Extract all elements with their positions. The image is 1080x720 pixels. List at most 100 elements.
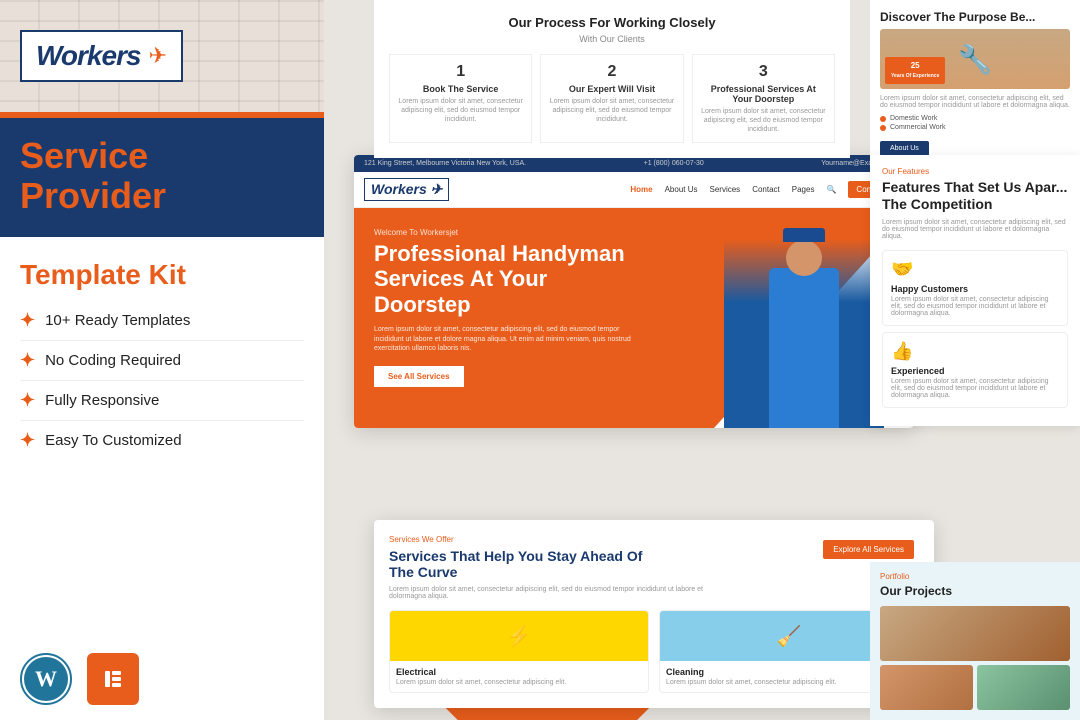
about-button[interactable]: About Us: [880, 141, 929, 156]
feature-item-1: ✦ 10+ Ready Templates: [20, 301, 304, 341]
feature-experienced: 👍 Experienced Lorem ipsum dolor sit amet…: [882, 332, 1068, 408]
process-step-2: 2 Our Expert Will Visit Lorem ipsum dolo…: [540, 54, 683, 143]
features-card-title: Features That Set Us Apar... The Competi…: [882, 179, 1068, 213]
electrical-desc: Lorem ipsum dolor sit amet, consectetur …: [396, 679, 642, 686]
nav-logo[interactable]: Workers ✈: [364, 178, 449, 201]
plus-icon-2: ✦: [20, 350, 35, 371]
logo-text: Workers: [36, 40, 141, 72]
portfolio-grid: [880, 606, 1070, 710]
service-provider-section: Service Provider: [0, 118, 324, 237]
discover-title: Discover The Purpose Be...: [880, 10, 1070, 24]
plus-icon-1: ✦: [20, 310, 35, 331]
hero-welcome: Welcome To Workersjet: [374, 228, 634, 237]
process-steps: 1 Book The Service Lorem ipsum dolor sit…: [389, 54, 835, 143]
search-icon[interactable]: 🔍: [826, 185, 836, 194]
hero-cta-button[interactable]: See All Services: [374, 366, 464, 387]
services-cards-row: ⚡ Electrical Lorem ipsum dolor sit amet,…: [389, 610, 919, 693]
services-screenshot: Services We Offer Services That Help You…: [374, 520, 934, 708]
discover-card: Discover The Purpose Be... 🔧 25 Years Of…: [870, 0, 1080, 166]
discover-list-item-1: Domestic Work: [880, 115, 1070, 122]
step-num-1: 1: [398, 63, 523, 81]
experienced-name: Experienced: [891, 366, 1059, 376]
process-step-1: 1 Book The Service Lorem ipsum dolor sit…: [389, 54, 532, 143]
template-kit-title: Template Kit: [0, 249, 324, 296]
nav-contact[interactable]: Contact: [752, 185, 780, 194]
process-title: Our Process For Working Closely: [389, 15, 835, 30]
svg-text:W: W: [35, 666, 57, 691]
process-subtitle: With Our Clients: [389, 34, 835, 44]
step-label-3: Professional Services At Your Doorstep: [701, 84, 826, 104]
features-desc: Lorem ipsum dolor sit amet, consectetur …: [882, 219, 1068, 240]
discover-desc: Lorem ipsum dolor sit amet, consectetur …: [880, 95, 1070, 109]
hero-headline: Professional Handyman Services At Your D…: [374, 241, 634, 317]
portfolio-label: Portfolio: [880, 572, 1070, 581]
features-card: Our Features Features That Set Us Apar..…: [870, 155, 1080, 426]
feature-item-2: ✦ No Coding Required: [20, 341, 304, 381]
step-label-1: Book The Service: [398, 84, 523, 94]
hero-desc: Lorem ipsum dolor sit amet, consectetur …: [374, 325, 634, 354]
right-panel: Our Process For Working Closely With Our…: [324, 0, 1080, 720]
feature-label-2: No Coding Required: [45, 352, 181, 369]
services-section-title: Services That Help You Stay Ahead Of The…: [389, 548, 649, 580]
discover-list: Domestic Work Commercial Work: [880, 115, 1070, 131]
dot-1: [880, 116, 886, 122]
portfolio-thumb-1: [880, 665, 973, 710]
years-label: Years Of Experience: [891, 73, 939, 79]
portfolio-title: Our Projects: [880, 584, 1070, 598]
logo-box[interactable]: Workers ✈: [20, 30, 183, 82]
step-num-3: 3: [701, 63, 826, 81]
discover-item-1: Domestic Work: [890, 115, 937, 122]
hero-content: Welcome To Workersjet Professional Handy…: [374, 228, 634, 387]
feature-label-1: 10+ Ready Templates: [45, 312, 190, 329]
happy-customers-text: Lorem ipsum dolor sit amet, consectetur …: [891, 296, 1059, 317]
years-number: 25: [911, 61, 920, 70]
electrical-image: ⚡: [390, 611, 648, 661]
portfolio-section: Portfolio Our Projects: [870, 562, 1080, 720]
explore-button[interactable]: Explore All Services: [823, 540, 914, 559]
step-label-2: Our Expert Will Visit: [549, 84, 674, 94]
nav-about[interactable]: About Us: [665, 185, 698, 194]
feature-item-4: ✦ Easy To Customized: [20, 421, 304, 460]
left-panel: Workers ✈ Service Provider Template Kit …: [0, 0, 324, 720]
topbar-address: 121 King Street, Melbourne Victoria New …: [364, 160, 526, 167]
services-desc: Lorem ipsum dolor sit amet, consectetur …: [389, 586, 709, 600]
plus-icon-4: ✦: [20, 430, 35, 451]
features-our-label: Our Features: [882, 167, 1068, 176]
logo-icon: ✈: [149, 43, 167, 69]
process-section: Our Process For Working Closely With Our…: [374, 0, 850, 158]
topbar-phone: +1 (800) 060-07-30: [644, 160, 704, 167]
electrical-body: Electrical Lorem ipsum dolor sit amet, c…: [390, 661, 648, 692]
plus-icon-3: ✦: [20, 390, 35, 411]
nav-pages[interactable]: Pages: [792, 185, 815, 194]
discover-item-2: Commercial Work: [890, 124, 946, 131]
cms-logos: W: [0, 638, 324, 720]
hero-screenshot: 121 King Street, Melbourne Victoria New …: [354, 155, 914, 428]
experienced-text: Lorem ipsum dolor sit amet, consectetur …: [891, 378, 1059, 399]
service-provider-title: Service Provider: [20, 136, 304, 215]
step-desc-3: Lorem ipsum dolor sit amet, consectetur …: [701, 107, 826, 134]
elementor-logo: [87, 653, 139, 705]
hero-worker-image: [724, 218, 884, 428]
process-step-3: 3 Professional Services At Your Doorstep…: [692, 54, 835, 143]
discover-image: 🔧 25 Years Of Experience: [880, 29, 1070, 89]
nav-links: Home About Us Services Contact Pages 🔍 C…: [630, 181, 904, 198]
service-card-electrical: ⚡ Electrical Lorem ipsum dolor sit amet,…: [389, 610, 649, 693]
step-num-2: 2: [549, 63, 674, 81]
happy-customers-name: Happy Customers: [891, 284, 1059, 294]
dot-2: [880, 125, 886, 131]
nav-services[interactable]: Services: [710, 185, 741, 194]
years-badge: 25 Years Of Experience: [885, 57, 945, 84]
wordpress-logo: W: [20, 653, 72, 705]
feature-item-3: ✦ Fully Responsive: [20, 381, 304, 421]
feature-label-4: Easy To Customized: [45, 432, 181, 449]
nav-home[interactable]: Home: [630, 185, 652, 194]
experienced-icon: 👍: [891, 341, 1059, 362]
feature-label-3: Fully Responsive: [45, 392, 159, 409]
portfolio-thumb-2: [977, 665, 1070, 710]
electrical-name: Electrical: [396, 667, 642, 677]
happy-customers-icon: 🤝: [891, 259, 1059, 280]
hero-body: Welcome To Workersjet Professional Handy…: [354, 208, 914, 428]
step-desc-2: Lorem ipsum dolor sit amet, consectetur …: [549, 97, 674, 124]
discover-list-item-2: Commercial Work: [880, 124, 1070, 131]
features-list: ✦ 10+ Ready Templates ✦ No Coding Requir…: [0, 296, 324, 470]
